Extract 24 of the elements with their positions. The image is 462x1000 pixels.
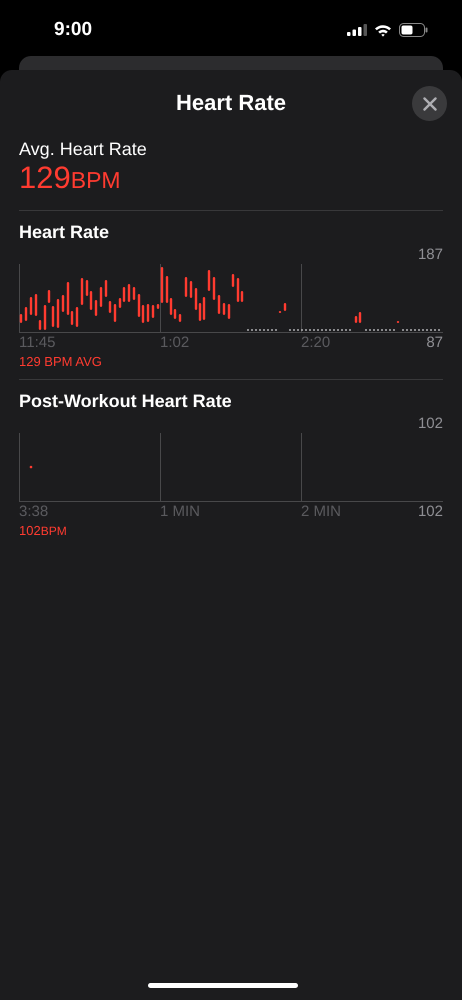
chart-footer-value: 102BPM	[19, 522, 68, 540]
section-title: Post-Workout Heart Rate	[19, 390, 233, 412]
summary-value: 129BPM	[19, 160, 122, 197]
section-title: Heart Rate	[19, 221, 110, 243]
axis-time-label: 1 MIN	[160, 503, 202, 521]
axis-time-label: 1:02	[160, 334, 190, 352]
status-time: 9:00	[54, 18, 92, 41]
axis-time-label: 2 MIN	[301, 503, 342, 521]
wifi-icon	[374, 24, 392, 36]
heart-rate-point-drawing	[30, 466, 32, 468]
summary-label: Avg. Heart Rate	[19, 138, 148, 160]
battery-icon	[399, 23, 428, 37]
close-button[interactable]	[412, 86, 447, 121]
axis-min-label: 87	[426, 334, 443, 352]
axis-max-label: 102	[416, 415, 443, 433]
axis-time-label: 3:38	[19, 503, 50, 521]
axis-min-label: 102	[418, 503, 443, 521]
axis-max-label: 187	[416, 246, 443, 264]
axis-time-label: 11:45	[19, 334, 56, 352]
axis-time-label: 2:20	[301, 334, 332, 352]
signal-icon	[347, 24, 367, 36]
chart-footer-value: 129 BPM AVG	[19, 353, 103, 371]
sheet-title: Heart Rate	[176, 90, 286, 116]
close-icon	[422, 96, 436, 110]
